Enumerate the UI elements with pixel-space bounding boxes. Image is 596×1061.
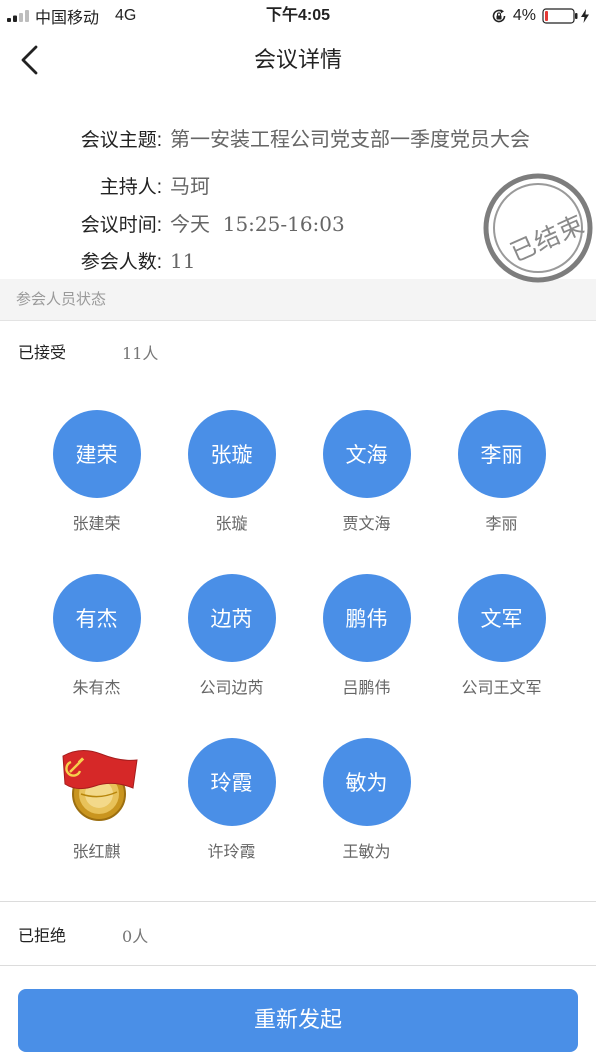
charging-bolt-icon: [581, 9, 589, 23]
meeting-time-value: 今天 15:25-16:03: [170, 212, 345, 236]
chevron-left-icon: [21, 45, 38, 75]
attendee-item[interactable]: 玲霞 许玲霞: [164, 738, 299, 902]
rejected-row: 已拒绝 0人: [18, 923, 148, 951]
ended-stamp: 已结束: [482, 172, 594, 284]
meeting-attendees-row: 参会人数: 11: [0, 247, 196, 277]
attendee-name: 张红麒: [72, 842, 121, 861]
divider: [0, 901, 596, 902]
meeting-topic-row: 会议主题: 第一安装工程公司党支部一季度党员大会: [0, 125, 530, 155]
meeting-attendees-value: 11: [170, 249, 196, 273]
rejected-count: 0人: [122, 927, 149, 946]
attendee-avatar: 鹏伟: [322, 574, 411, 662]
nav-bar: 会议详情: [0, 40, 596, 80]
attendee-avatar: 文军: [457, 574, 546, 662]
attendee-name: 朱有杰: [72, 678, 121, 697]
status-bar-right: 4%: [491, 6, 590, 26]
attendee-avatar: 李丽: [457, 410, 546, 498]
attendee-item[interactable]: 敏为 王敏为: [299, 738, 434, 902]
attendee-avatar: 文海: [322, 410, 411, 498]
attendee-item[interactable]: 张璇 张璇: [164, 410, 299, 574]
meeting-attendees-label: 参会人数:: [80, 252, 162, 273]
attendee-item[interactable]: 有杰 朱有杰: [29, 574, 164, 738]
attendee-grid: 建荣 张建荣 张璇 张璇 文海 贾文海 李丽 李丽 有杰 朱有杰 边芮 公司边芮…: [29, 410, 569, 902]
page-title: 会议详情: [253, 47, 342, 72]
meeting-topic-value: 第一安装工程公司党支部一季度党员大会: [170, 127, 530, 151]
attendee-name: 许玲霞: [207, 842, 256, 861]
attendee-avatar: 敏为: [322, 738, 411, 826]
meeting-host-row: 主持人: 马珂: [0, 172, 210, 202]
attendee-item[interactable]: 李丽 李丽: [434, 410, 569, 574]
meeting-topic-label: 会议主题:: [80, 130, 162, 151]
attendee-name: 贾文海: [342, 514, 391, 533]
orientation-lock-icon: [492, 9, 506, 23]
party-badge-icon: [61, 750, 138, 821]
accepted-label: 已接受: [18, 345, 67, 362]
attendee-item[interactable]: 文军 公司王文军: [434, 574, 569, 738]
back-button[interactable]: [18, 44, 48, 76]
divider: [0, 965, 596, 966]
attendee-item[interactable]: 文海 贾文海: [299, 410, 434, 574]
attendee-item[interactable]: 张红麒: [29, 738, 164, 902]
restart-meeting-button[interactable]: 重新发起: [18, 989, 578, 1052]
attendee-name: 王敏为: [342, 842, 391, 861]
attendee-avatar: 张璇: [187, 410, 276, 498]
attendee-name: 公司王文军: [461, 678, 542, 697]
status-bar: 中国移动 4G 下午4:05 4%: [0, 0, 596, 32]
attendance-section-header: 参会人员状态: [0, 279, 596, 321]
attendee-name: 公司边芮: [199, 678, 264, 697]
attendee-name: 张璇: [215, 514, 248, 533]
attendee-avatar: 有杰: [52, 574, 141, 662]
attendee-avatar: 边芮: [187, 574, 276, 662]
battery-icon: [542, 8, 578, 24]
battery-percent: 4%: [512, 7, 536, 24]
attendee-name: 吕鹏伟: [342, 678, 391, 697]
accepted-count: 11人: [122, 344, 159, 363]
attendee-avatar: 玲霞: [187, 738, 276, 826]
attendee-name: 李丽: [485, 514, 518, 533]
attendee-item[interactable]: 鹏伟 吕鹏伟: [299, 574, 434, 738]
attendee-avatar: 建荣: [52, 410, 141, 498]
accepted-row: 已接受 11人: [18, 340, 158, 368]
meeting-time-label: 会议时间:: [80, 215, 162, 236]
meeting-host-label: 主持人:: [99, 177, 162, 198]
meeting-time-row: 会议时间: 今天 15:25-16:03: [0, 210, 345, 240]
attendee-item[interactable]: 边芮 公司边芮: [164, 574, 299, 738]
attendee-name: 张建荣: [72, 514, 121, 533]
attendee-item[interactable]: 建荣 张建荣: [29, 410, 164, 574]
rejected-label: 已拒绝: [18, 928, 67, 945]
meeting-host-value: 马珂: [170, 174, 210, 198]
